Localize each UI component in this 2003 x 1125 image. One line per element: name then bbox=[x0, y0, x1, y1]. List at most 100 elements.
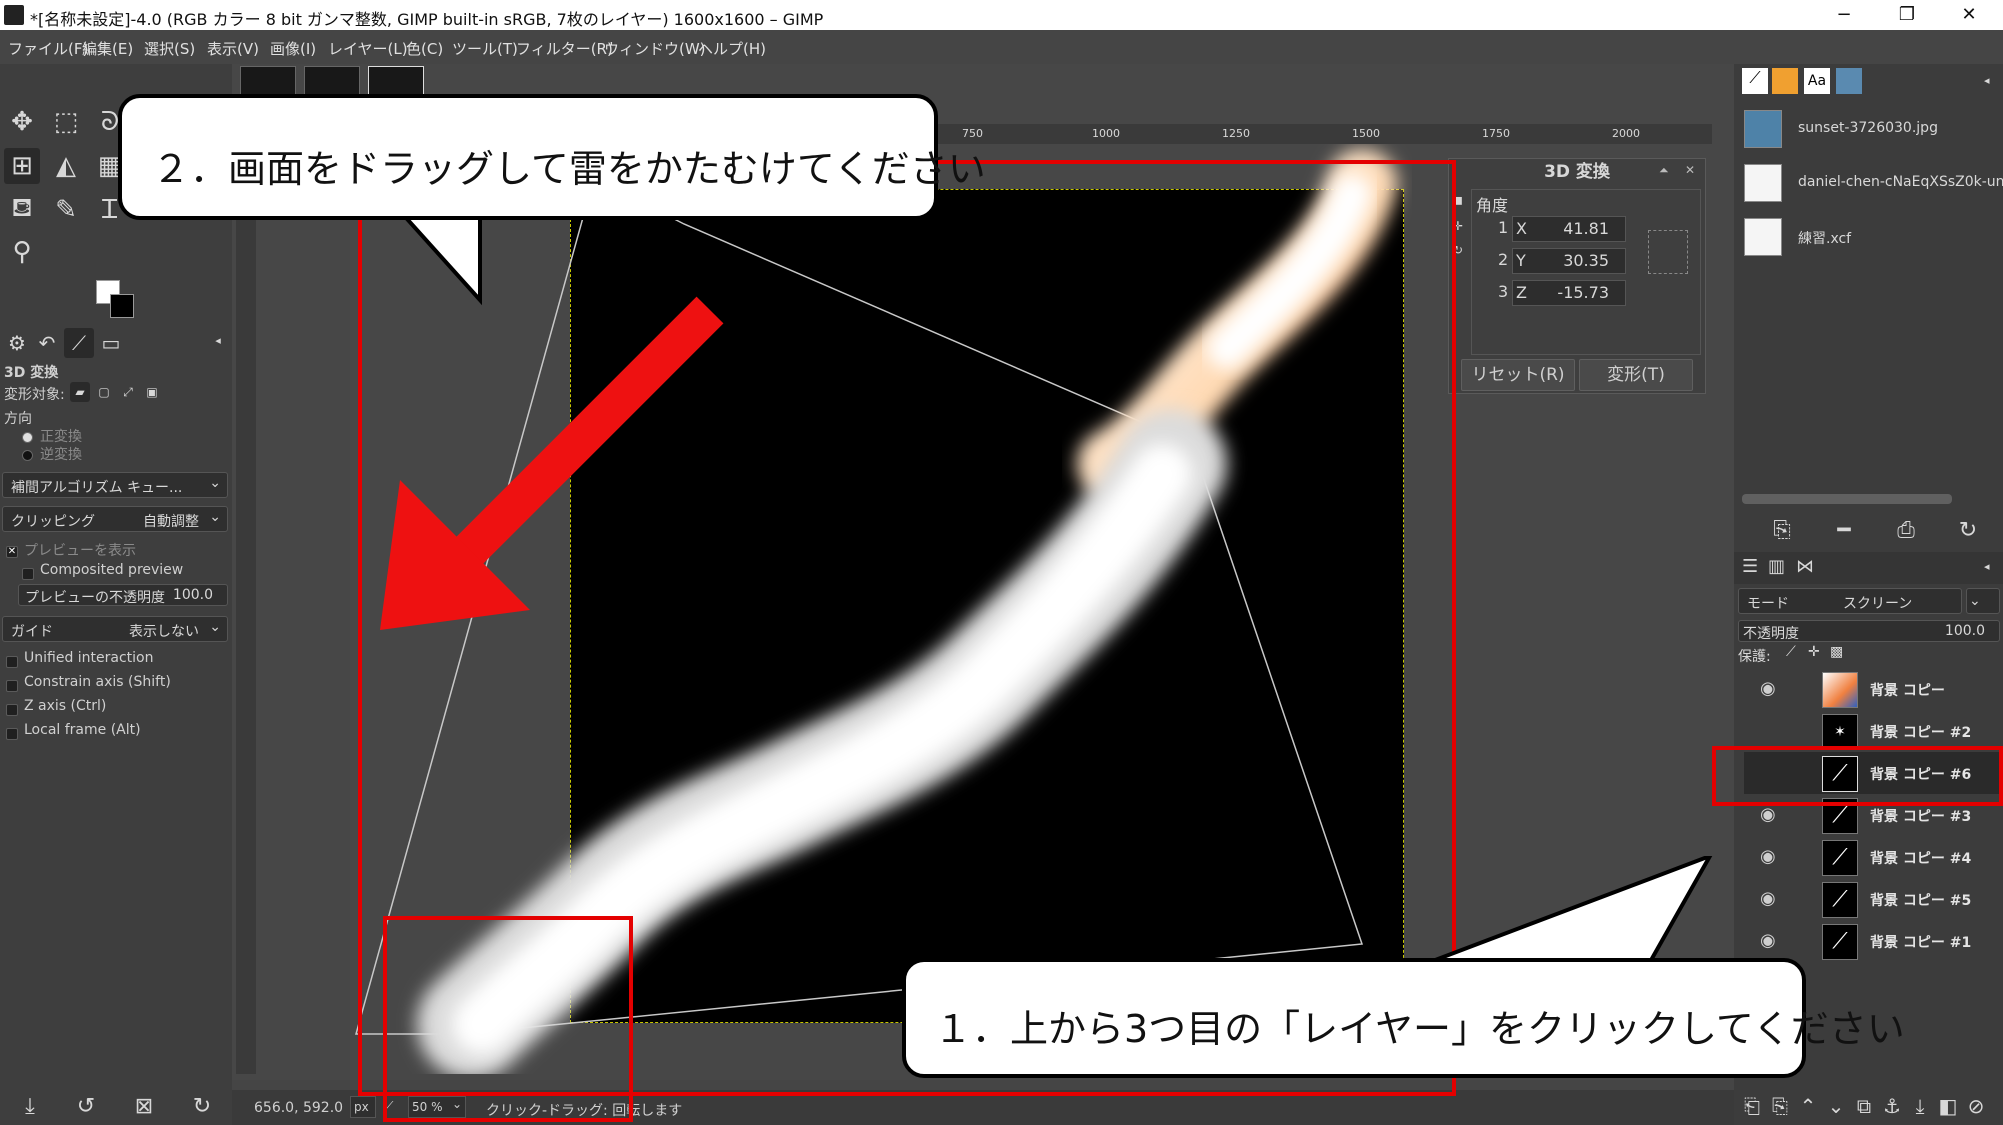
fonts-tab-icon[interactable]: Aa bbox=[1804, 68, 1830, 94]
eye-icon[interactable]: ◉ bbox=[1760, 930, 1776, 951]
restore-options-icon[interactable]: ↺ bbox=[68, 1088, 104, 1124]
zoom-tool-icon[interactable]: ⚲ bbox=[4, 234, 40, 270]
paint-tool-icon[interactable]: ✎ bbox=[48, 192, 84, 228]
angle-y-input[interactable]: Y 30.35 bbox=[1512, 248, 1626, 274]
mask-layer-icon[interactable]: ◧ bbox=[1934, 1088, 1962, 1124]
anchor-layer-icon[interactable]: ⚓ bbox=[1878, 1088, 1906, 1124]
remove-icon[interactable]: ━ bbox=[1826, 512, 1862, 548]
menu-select[interactable]: 選択(S) bbox=[144, 38, 195, 59]
target-selection-icon[interactable]: ▢ bbox=[94, 382, 114, 402]
unit-select[interactable]: px bbox=[350, 1096, 376, 1118]
lock-alpha-icon[interactable]: ▩ bbox=[1830, 644, 1843, 660]
tool-options-tab-icon[interactable]: ⚙ bbox=[2, 328, 32, 358]
menu-image[interactable]: 画像(I) bbox=[270, 38, 316, 59]
lock-pixels-icon[interactable]: ⟋ bbox=[1786, 644, 1796, 660]
background-color-swatch[interactable] bbox=[110, 294, 134, 318]
dock-menu-icon[interactable]: ◂ bbox=[1984, 74, 1990, 87]
target-path-icon[interactable]: ⤢ bbox=[118, 382, 138, 402]
guide-value: 表示しない bbox=[129, 624, 199, 640]
menu-edit[interactable]: 編集(E) bbox=[82, 38, 133, 59]
reset-options-icon[interactable]: ↻ bbox=[184, 1088, 220, 1124]
open-image-icon[interactable]: ⎘ bbox=[1764, 512, 1800, 548]
menu-view[interactable]: 表示(V) bbox=[207, 38, 259, 59]
new-layer-group-icon[interactable]: ⎘ bbox=[1766, 1088, 1794, 1124]
layer-mode-select[interactable]: モード スクリーン bbox=[1738, 588, 1962, 614]
preview-opacity-spinner[interactable]: プレビューの不透明度 100.0 bbox=[18, 584, 228, 606]
refresh-icon[interactable]: ↻ bbox=[1950, 512, 1986, 548]
delete-layer-icon[interactable]: ⊘ bbox=[1962, 1088, 1990, 1124]
pivot-chain-icon[interactable] bbox=[1648, 230, 1688, 274]
guide-select[interactable]: ガイド 表示しない ⌄ bbox=[2, 616, 228, 642]
brush-tab-icon[interactable]: ⟋ bbox=[64, 328, 94, 358]
menu-tools[interactable]: ツール(T) bbox=[452, 38, 518, 59]
transform-button[interactable]: 変形(T) bbox=[1579, 359, 1693, 391]
close-button[interactable]: ✕ bbox=[1945, 2, 1993, 28]
composite-mode-button[interactable]: ⌄ bbox=[1966, 588, 2000, 614]
bucket-fill-tool-icon[interactable]: ⛾ bbox=[4, 192, 40, 228]
transform-tool-icon[interactable]: ◭ bbox=[48, 148, 84, 184]
menu-windows[interactable]: ウィンドウ(W) bbox=[604, 38, 706, 59]
direction-backward-radio[interactable] bbox=[22, 450, 33, 461]
layer-opacity-spinner[interactable]: 不透明度 100.0 bbox=[1738, 620, 2000, 642]
target-image-icon[interactable]: ▣ bbox=[142, 382, 162, 402]
save-options-icon[interactable]: ⤓ bbox=[12, 1088, 48, 1124]
layer-row[interactable]: ◉ ⟋ 背景 コピー #1 bbox=[1744, 920, 2003, 962]
lower-layer-icon[interactable]: ⌄ bbox=[1822, 1088, 1850, 1124]
layer-row[interactable]: ◉ 背景 コピー bbox=[1744, 668, 2003, 710]
crop-tool-icon[interactable]: ⊞ bbox=[4, 148, 40, 184]
target-layer-icon[interactable]: ▰ bbox=[70, 382, 90, 402]
device-status-tab-icon[interactable]: ▭ bbox=[96, 328, 126, 358]
eye-icon[interactable]: ◉ bbox=[1760, 888, 1776, 909]
channels-tab-icon[interactable]: ▥ bbox=[1768, 556, 1785, 577]
angle-z-input[interactable]: Z -15.73 bbox=[1512, 280, 1626, 306]
document-item[interactable]: 練習.xcf bbox=[1744, 212, 2003, 262]
clipping-select[interactable]: クリッピング 自動調整 ⌄ bbox=[2, 506, 228, 532]
restore-button[interactable]: ❐ bbox=[1883, 2, 1931, 28]
paths-tab-icon[interactable]: ⋈ bbox=[1796, 556, 1814, 577]
composited-preview-checkbox[interactable] bbox=[22, 568, 34, 580]
menu-layer[interactable]: レイヤー(L) bbox=[328, 38, 408, 59]
rect-select-tool-icon[interactable]: ⬚ bbox=[48, 104, 84, 140]
print-icon[interactable]: ⎙ bbox=[1888, 512, 1924, 548]
document-item[interactable]: daniel-chen-cNaEqXSsZ0k-unsplash bbox=[1744, 158, 2003, 208]
new-layer-icon[interactable]: ⎗ bbox=[1738, 1088, 1766, 1124]
direction-forward-radio[interactable] bbox=[22, 432, 33, 443]
menu-color[interactable]: 色(C) bbox=[406, 38, 443, 59]
menu-filters[interactable]: フィルター(R) bbox=[516, 38, 613, 59]
local-frame-checkbox[interactable] bbox=[6, 728, 18, 740]
eye-icon[interactable]: ◉ bbox=[1760, 678, 1776, 699]
menu-help[interactable]: ヘルプ(H) bbox=[698, 38, 766, 59]
undo-history-tab-icon[interactable]: ↶ bbox=[32, 328, 62, 358]
brushes-tab-icon[interactable]: ⟋ bbox=[1742, 68, 1768, 94]
minimize-button[interactable]: − bbox=[1820, 2, 1868, 28]
dialog-pin-icon[interactable]: ⏶ bbox=[1659, 163, 1669, 178]
panel-menu-icon[interactable]: ◂ bbox=[210, 332, 226, 348]
gradients-tab-icon[interactable] bbox=[1772, 68, 1798, 94]
duplicate-layer-icon[interactable]: ⧉ bbox=[1850, 1088, 1878, 1124]
delete-options-icon[interactable]: ⊠ bbox=[126, 1088, 162, 1124]
unified-interaction-checkbox[interactable] bbox=[6, 656, 18, 668]
angle-x-input[interactable]: X 41.81 bbox=[1512, 216, 1626, 242]
layers-menu-icon[interactable]: ◂ bbox=[1984, 560, 1990, 573]
images-tab-icon[interactable] bbox=[1836, 68, 1862, 94]
layers-tab-icon[interactable]: ☰ bbox=[1742, 556, 1758, 577]
show-preview-checkbox[interactable]: ✕ bbox=[6, 546, 18, 558]
merge-layer-icon[interactable]: ⤓ bbox=[1906, 1088, 1934, 1124]
menu-file[interactable]: ファイル(F) bbox=[8, 38, 88, 59]
constrain-axis-label: Constrain axis (Shift) bbox=[24, 674, 171, 690]
interpolation-select[interactable]: 補間アルゴリズム キュー... ⌄ bbox=[2, 472, 228, 498]
dialog-close-icon[interactable]: ✕ bbox=[1685, 163, 1695, 177]
constrain-axis-checkbox[interactable] bbox=[6, 680, 18, 692]
z-axis-checkbox[interactable] bbox=[6, 704, 18, 716]
eye-icon[interactable]: ◉ bbox=[1760, 846, 1776, 867]
raise-layer-icon[interactable]: ⌃ bbox=[1794, 1088, 1822, 1124]
documents-scrollbar[interactable] bbox=[1742, 494, 1952, 504]
lock-position-icon[interactable]: ✛ bbox=[1808, 644, 1820, 660]
angle-z-row: 3 Z -15.73 bbox=[1496, 280, 1646, 308]
layer-row[interactable]: ◉ ⟋ 背景 コピー #5 bbox=[1744, 878, 2003, 920]
reset-button[interactable]: リセット(R) bbox=[1461, 359, 1575, 391]
eye-icon[interactable]: ◉ bbox=[1760, 804, 1776, 825]
move-tool-icon[interactable]: ✥ bbox=[4, 104, 40, 140]
layer-row[interactable]: ◉ ⟋ 背景 コピー #4 bbox=[1744, 836, 2003, 878]
document-item[interactable]: sunset-3726030.jpg bbox=[1744, 104, 2003, 154]
